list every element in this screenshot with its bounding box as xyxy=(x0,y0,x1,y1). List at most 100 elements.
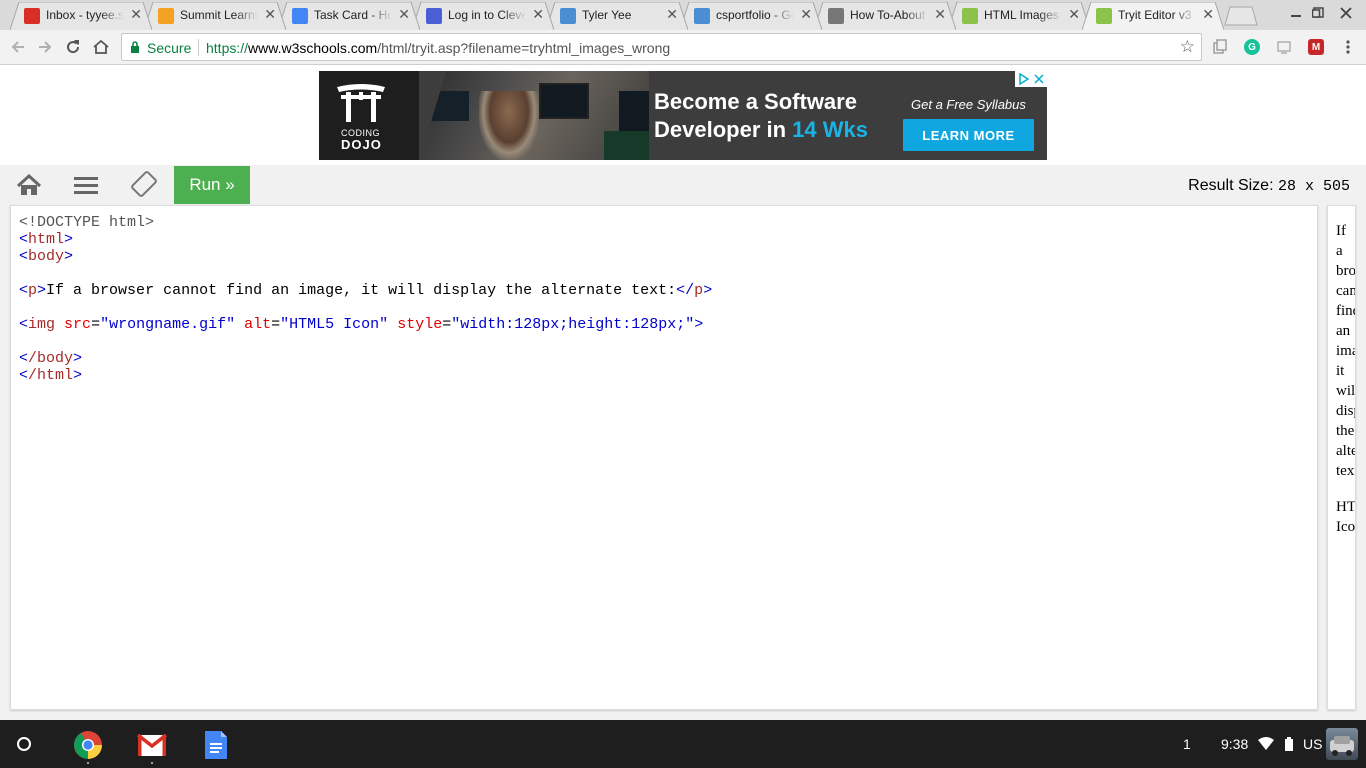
result-word: image, xyxy=(1336,343,1355,359)
result-word: find xyxy=(1336,303,1355,319)
google-docs-icon[interactable] xyxy=(203,730,233,760)
result-word: cannot xyxy=(1336,283,1356,299)
cast-icon[interactable] xyxy=(1276,39,1292,55)
alt-text-word: HTML5 xyxy=(1336,499,1356,515)
menu-icon[interactable] xyxy=(72,173,100,197)
tab-3[interactable]: Task Card - How ✕ xyxy=(278,2,420,30)
tab-5[interactable]: Tyler Yee ✕ xyxy=(546,2,688,30)
tab-title: Tyler Yee xyxy=(582,8,632,22)
result-word: text: xyxy=(1336,463,1355,479)
tab-7[interactable]: How To-About ✕ xyxy=(814,2,956,30)
alt-text-word: Icon xyxy=(1336,519,1356,535)
result-word: display xyxy=(1336,403,1355,419)
close-tab-icon[interactable]: ✕ xyxy=(532,6,544,22)
close-tab-icon[interactable]: ✕ xyxy=(666,6,678,22)
input-locale[interactable]: US xyxy=(1303,736,1322,752)
result-word: it xyxy=(1336,363,1345,379)
tab-1[interactable]: Inbox - tyyee.s ✕ xyxy=(10,2,152,30)
w3schools-icon xyxy=(962,8,978,24)
notification-count[interactable]: 1 xyxy=(1183,736,1191,752)
secure-label: Secure xyxy=(147,40,192,56)
home-icon[interactable] xyxy=(15,173,43,197)
clever-icon xyxy=(426,8,442,24)
ad-headline-2: Developer in 14 Wks xyxy=(654,117,868,142)
sites-icon xyxy=(694,8,710,24)
summit-icon xyxy=(158,8,174,24)
tab-title: HTML Images xyxy=(984,8,1059,22)
cloud-icon xyxy=(560,8,576,24)
url-text[interactable]: https://www.w3schools.com/html/tryit.asp… xyxy=(206,40,670,56)
code-editor[interactable]: <!DOCTYPE html> <html> <body> <p>If a br… xyxy=(10,205,1318,710)
restore-icon[interactable] xyxy=(1311,6,1324,23)
extension-copy-icon[interactable] xyxy=(1212,39,1228,55)
page-icon xyxy=(828,8,844,24)
lock-icon xyxy=(130,41,140,59)
os-shelf: 1 9:38 US xyxy=(0,720,1366,768)
chrome-icon[interactable] xyxy=(73,730,103,760)
mendeley-icon[interactable]: M xyxy=(1308,39,1324,55)
new-tab-button[interactable] xyxy=(1224,6,1258,31)
close-tab-icon[interactable]: ✕ xyxy=(934,6,946,22)
back-arrow-icon[interactable] xyxy=(9,38,27,56)
ad-headline-1: Become a Software xyxy=(654,89,857,114)
tab-title: Task Card - How xyxy=(314,8,392,22)
ad-area: CODING DOJO Become a Software Developer … xyxy=(0,66,1366,165)
address-separator xyxy=(198,39,199,56)
close-tab-icon[interactable]: ✕ xyxy=(1202,6,1214,22)
close-tab-icon[interactable]: ✕ xyxy=(398,6,410,22)
tab-title: Log in to Clever xyxy=(448,8,526,22)
code-text[interactable]: <!DOCTYPE html> <html> <body> <p>If a br… xyxy=(19,214,712,384)
advertisement-banner[interactable]: CODING DOJO Become a Software Developer … xyxy=(319,71,1047,160)
close-tab-icon[interactable]: ✕ xyxy=(800,6,812,22)
launcher-icon[interactable] xyxy=(16,736,32,757)
result-size: Result Size: 28 x 505 xyxy=(1188,177,1350,195)
result-frame[interactable]: If a browser cannot find an image, it will displa… xyxy=(1327,205,1356,710)
tab-9[interactable]: Tryit Editor v3 ✕ xyxy=(1082,2,1224,30)
tab-strip: Inbox - tyyee.s✕Summit Learning✕Task Car… xyxy=(0,0,1366,30)
tab-title: How To-About xyxy=(850,8,926,22)
forward-arrow-icon[interactable] xyxy=(36,38,54,56)
rotate-orientation-icon[interactable] xyxy=(130,171,158,197)
result-word: an xyxy=(1336,323,1351,339)
tab-title: Inbox - tyyee.s xyxy=(46,8,124,22)
gmail-icon xyxy=(24,8,40,24)
result-word: If xyxy=(1336,223,1346,239)
battery-icon[interactable] xyxy=(1284,737,1294,756)
close-tab-icon[interactable]: ✕ xyxy=(264,6,276,22)
wifi-icon[interactable] xyxy=(1258,737,1274,756)
result-word: a xyxy=(1336,243,1343,259)
tab-2[interactable]: Summit Learning ✕ xyxy=(144,2,286,30)
minimize-icon[interactable] xyxy=(1290,6,1302,23)
home-icon[interactable] xyxy=(92,38,110,56)
tab-6[interactable]: csportfolio - Google ✕ xyxy=(680,2,822,30)
close-tab-icon[interactable]: ✕ xyxy=(1068,6,1080,22)
grammarly-icon[interactable]: G xyxy=(1244,39,1260,55)
reload-icon[interactable] xyxy=(64,38,82,56)
chrome-running-indicator xyxy=(87,762,89,764)
gmail-icon[interactable] xyxy=(136,730,168,760)
learn-more-button[interactable]: LEARN MORE xyxy=(903,119,1034,151)
tab-8[interactable]: HTML Images ✕ xyxy=(948,2,1090,30)
close-window-icon[interactable] xyxy=(1340,6,1352,23)
ad-close-icon[interactable] xyxy=(1031,71,1047,87)
bookmark-star-icon[interactable]: ☆ xyxy=(1180,38,1195,56)
close-tab-icon[interactable]: ✕ xyxy=(130,6,142,22)
gmail-running-indicator xyxy=(151,762,153,764)
ad-choices[interactable] xyxy=(1015,71,1047,87)
menu-dots-icon[interactable] xyxy=(1340,39,1356,55)
browser-toolbar: Secure https://www.w3schools.com/html/tr… xyxy=(0,30,1366,65)
run-button[interactable]: Run » xyxy=(174,166,250,204)
tab-title: Tryit Editor v3 xyxy=(1118,8,1192,22)
work-area: <!DOCTYPE html> <html> <body> <p>If a br… xyxy=(0,205,1366,720)
tab-title: Summit Learning xyxy=(180,8,258,22)
tab-4[interactable]: Log in to Clever ✕ xyxy=(412,2,554,30)
address-bar[interactable]: Secure https://www.w3schools.com/html/tr… xyxy=(121,33,1202,61)
ad-photo xyxy=(419,71,649,160)
avatar[interactable] xyxy=(1326,728,1358,760)
ad-syllabus-text: Get a Free Syllabus xyxy=(911,97,1026,112)
w3schools-icon xyxy=(1096,8,1112,24)
ad-choices-icon[interactable] xyxy=(1015,71,1031,87)
clock-time[interactable]: 9:38 xyxy=(1221,736,1248,752)
result-word: alternate xyxy=(1336,443,1356,459)
tab-title: csportfolio - Google xyxy=(716,8,794,22)
